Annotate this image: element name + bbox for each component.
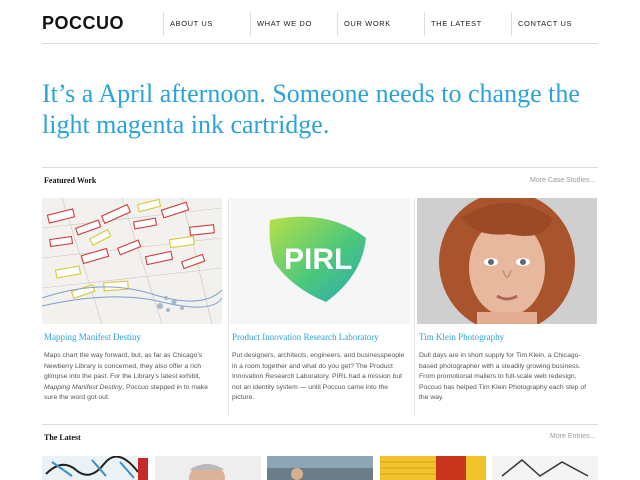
more-case-studies-link[interactable]: More Case Studies... (530, 177, 595, 184)
card-desc-pirl: Put designers, architects, engineers, an… (232, 352, 405, 402)
main-nav: ABOUT US WHAT WE DO OUR WORK THE LATEST … (163, 12, 598, 36)
latest-thumb-drawing[interactable] (492, 456, 598, 480)
card-desc-mapping-text-1: Maps chart the way forward, but, as far … (44, 352, 203, 381)
card-desc-mapping-emphasis: Mapping Manifest Destiny (44, 383, 123, 391)
page-headline: It’s a April afternoon. Someone needs to… (42, 79, 580, 139)
featured-divider (42, 167, 598, 168)
map-image[interactable] (42, 198, 222, 324)
header-divider (42, 43, 598, 44)
pirl-image[interactable]: PIRL (230, 198, 410, 324)
card-divider (228, 198, 229, 417)
latest-divider (42, 424, 598, 425)
more-entries-link[interactable]: More Entries... (550, 433, 596, 440)
card-divider (414, 198, 415, 417)
card-desc-timklein: Dull days are in short supply for Tim Kl… (419, 352, 587, 402)
card-title-timklein[interactable]: Tim Klein Photography (419, 332, 504, 342)
card-title-pirl[interactable]: Product Innovation Research Laboratory (232, 332, 379, 342)
nav-what-we-do[interactable]: WHAT WE DO (250, 12, 337, 36)
nav-contact-us[interactable]: CONTACT US (511, 12, 598, 36)
nav-the-latest[interactable]: THE LATEST (424, 12, 511, 36)
card-title-mapping[interactable]: Mapping Manifest Destiny (44, 332, 141, 342)
site-logo[interactable]: POCCUO (42, 13, 124, 34)
pirl-logo-text: PIRL (284, 243, 352, 276)
featured-card-pirl: PIRL Product Innovation Research Laborat… (230, 198, 410, 417)
nav-about-us[interactable]: ABOUT US (163, 12, 250, 36)
card-desc-mapping: Maps chart the way forward, but, as far … (44, 351, 222, 404)
latest-thumb-portrait[interactable] (155, 456, 261, 480)
featured-card-timklein: Tim Klein Photography Dull days are in s… (417, 198, 597, 417)
featured-card-mapping: Mapping Manifest Destiny Maps chart the … (42, 198, 222, 417)
latest-thumb-photo[interactable] (267, 456, 373, 480)
portrait-image[interactable] (417, 198, 597, 324)
latest-thumb-graffiti[interactable] (42, 456, 148, 480)
featured-work-heading: Featured Work (44, 176, 97, 185)
latest-thumb-notebook[interactable] (380, 456, 486, 480)
nav-our-work[interactable]: OUR WORK (337, 12, 424, 36)
latest-heading: The Latest (44, 433, 81, 442)
